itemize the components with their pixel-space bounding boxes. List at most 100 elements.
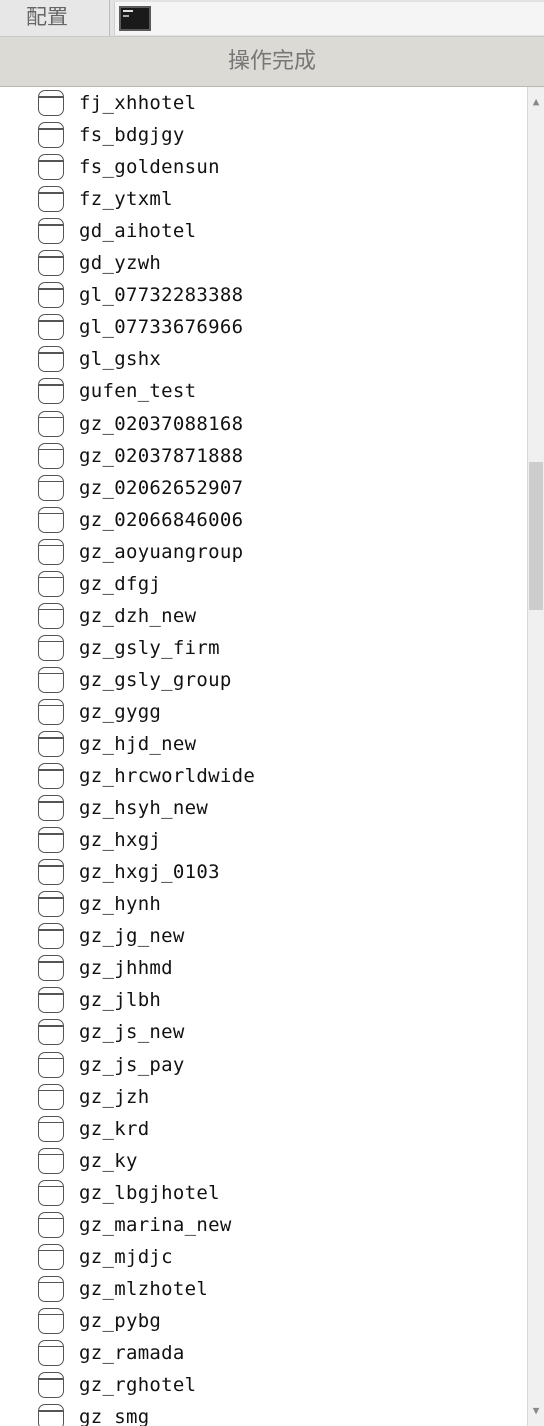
database-icon [38,1243,64,1270]
database-name: gz_ky [79,1149,138,1172]
database-list-item[interactable]: gz_pybg [0,1305,527,1337]
scroll-down-arrow-icon[interactable]: ▼ [528,1396,544,1426]
database-list-item[interactable]: gz_aoyuangroup [0,536,527,568]
database-list-item[interactable]: fs_goldensun [0,151,527,183]
database-icon [38,1275,64,1302]
database-list: fj_xhhotel fs_bdgjgy fs_goldensun fz_ytxmlg… [0,87,527,1426]
database-list-item[interactable]: gz_krd [0,1113,527,1145]
database-icon [38,474,64,501]
database-name: gz_gsly_group [79,668,232,691]
database-icon [38,955,64,982]
database-list-item[interactable]: gz_jlbh [0,984,527,1016]
database-list-item[interactable]: gz_hxgj_0103 [0,856,527,888]
database-name: gufen_test [79,380,197,403]
database-list-item[interactable]: gz_02062652907 [0,472,527,504]
database-name: fs_goldensun [79,156,220,179]
database-icon [38,186,64,213]
database-list-item[interactable]: gz_gsly_group [0,664,527,696]
database-name: gz_hynh [79,893,162,916]
database-list-item[interactable]: fj_xhhotel [0,87,527,119]
database-list-item[interactable]: gz_ramada [0,1337,527,1369]
database-list-item[interactable]: gz_jhhmd [0,952,527,984]
database-name: gz_hsyh_new [79,797,209,820]
database-list-item[interactable]: gz_js_pay [0,1049,527,1081]
database-icon [38,154,64,181]
database-icon [38,827,64,854]
database-name: gz_ramada [79,1341,185,1364]
database-list-item[interactable]: gz_jg_new [0,920,527,952]
database-list-item[interactable]: gz_hynh [0,888,527,920]
database-list-item[interactable]: gd_yzwh [0,247,527,279]
database-icon [38,314,64,341]
database-list-item[interactable]: fs_bdgjgy [0,119,527,151]
database-list-item[interactable]: gz_lbgjhotel [0,1177,527,1209]
database-name: fj_xhhotel [79,92,197,114]
database-list-item[interactable]: gz_hrcworldwide [0,760,527,792]
database-name: gz_hxgj_0103 [79,861,220,884]
database-list-item[interactable]: gz_smg [0,1401,527,1426]
database-icon [38,1179,64,1206]
scrollbar-thumb[interactable] [529,462,543,610]
database-list-item[interactable]: gz_hjd_new [0,728,527,760]
database-name: gz_smg [79,1406,150,1426]
database-name: gz_02066846006 [79,508,244,531]
database-list-item[interactable]: gz_02066846006 [0,504,527,536]
database-list-item[interactable]: gz_rghotel [0,1369,527,1401]
database-icon [38,90,64,116]
database-list-item[interactable]: gl_gshx [0,343,527,375]
database-icon [38,666,64,693]
database-name: gz_hxgj [79,829,162,852]
database-list-item[interactable]: gz_jzh [0,1081,527,1113]
database-icon [38,1307,64,1334]
database-icon [38,634,64,661]
database-list-item[interactable]: gz_hxgj [0,824,527,856]
database-list-item[interactable]: gufen_test [0,375,527,407]
database-name: gz_02037088168 [79,412,244,435]
database-icon [38,442,64,469]
database-name: gz_mlzhotel [79,1277,209,1300]
database-name: gz_gsly_firm [79,636,220,659]
database-icon [38,1339,64,1366]
database-list-item[interactable]: gz_mjdjc [0,1241,527,1273]
database-name: gz_jlbh [79,989,162,1012]
database-list-item[interactable]: gz_02037871888 [0,440,527,472]
database-icon [38,122,64,149]
database-name: gz_marina_new [79,1213,232,1236]
database-icon [38,1083,64,1110]
database-list-item[interactable]: gz_gygg [0,696,527,728]
database-name: gl_07733676966 [79,316,244,339]
database-list-item[interactable]: gl_07732283388 [0,279,527,311]
database-list-item[interactable]: gd_aihotel [0,215,527,247]
scroll-up-arrow-icon[interactable]: ▲ [528,87,544,117]
database-name: gd_aihotel [79,220,197,243]
database-list-item[interactable]: gz_dfgj [0,568,527,600]
vertical-scrollbar[interactable]: ▲ ▼ [527,87,544,1426]
database-list-item[interactable]: gz_gsly_firm [0,632,527,664]
database-list-item[interactable]: gz_ky [0,1145,527,1177]
database-list-item[interactable]: gz_mlzhotel [0,1273,527,1305]
database-list-item[interactable]: gz_hsyh_new [0,792,527,824]
database-icon [38,538,64,565]
database-icon [38,731,64,757]
database-list-item[interactable]: gz_marina_new [0,1209,527,1241]
database-icon [38,1147,64,1174]
top-toolbar: 配置 [0,0,544,37]
database-icon [38,859,64,886]
database-list-item[interactable]: gz_dzh_new [0,600,527,632]
database-name: gz_rghotel [79,1374,197,1396]
database-icon [38,698,64,725]
database-name: gz_02062652907 [79,476,244,499]
database-list-item[interactable]: gl_07733676966 [0,311,527,343]
database-icon [38,1404,64,1426]
database-list-item[interactable]: gz_js_new [0,1016,527,1048]
database-name: gz_jzh [79,1085,150,1108]
database-name: gz_jhhmd [79,957,173,980]
database-icon [38,346,64,373]
database-list-item[interactable]: fz_ytxml [0,183,527,215]
config-tab[interactable]: 配置 [0,0,110,36]
database-icon [38,1372,64,1398]
database-list-item[interactable]: gz_02037088168 [0,408,527,440]
database-name: gz_02037871888 [79,444,244,467]
database-name: gz_mjdjc [79,1245,173,1268]
terminal-icon[interactable] [119,6,151,31]
